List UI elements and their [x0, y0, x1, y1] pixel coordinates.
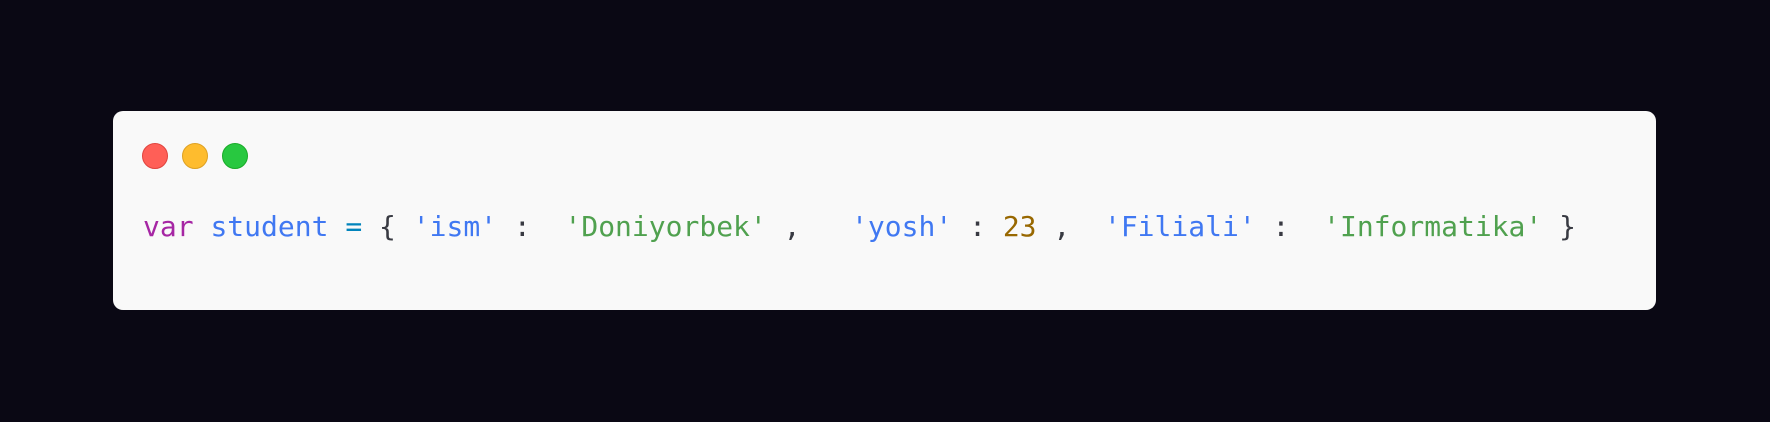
key-yosh: 'yosh' [851, 210, 953, 243]
close-dot-icon [142, 143, 168, 169]
colon-1: : [513, 210, 531, 243]
minimize-dot-icon [182, 143, 208, 169]
maximize-dot-icon [222, 143, 248, 169]
colon-2: : [969, 210, 986, 243]
code-window: var student = { 'ism' : 'Doniyorbek' , '… [113, 111, 1656, 310]
colon-3: : [1272, 210, 1290, 243]
value-informatika: 'Informatika' [1323, 210, 1543, 243]
value-doniyorbek: 'Doniyorbek' [564, 210, 767, 243]
keyword-var: var [143, 210, 194, 243]
key-filiali: 'Filiali' [1103, 210, 1256, 243]
window-controls [142, 143, 248, 169]
comma-1: , [783, 210, 801, 243]
code-screenshot-canvas: var student = { 'ism' : 'Doniyorbek' , '… [0, 0, 1770, 422]
code-line: var student = { 'ism' : 'Doniyorbek' , '… [143, 210, 1576, 244]
variable-name: student [210, 210, 329, 243]
comma-2: , [1053, 210, 1071, 243]
key-ism: 'ism' [412, 210, 498, 243]
open-brace: { [379, 210, 396, 243]
close-brace: } [1559, 210, 1576, 243]
value-23: 23 [1002, 210, 1037, 243]
assign-operator: = [345, 210, 363, 243]
